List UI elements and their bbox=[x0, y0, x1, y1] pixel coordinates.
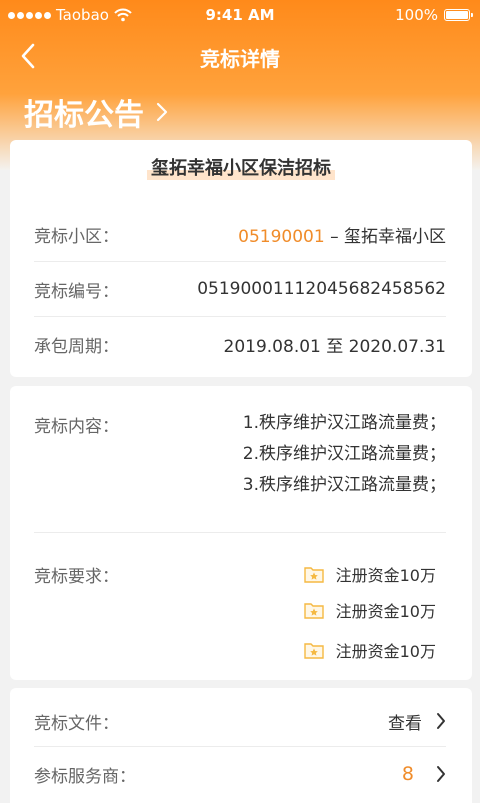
bid-files-label: 竞标文件： bbox=[34, 713, 119, 734]
chevron-right-icon bbox=[156, 102, 168, 122]
community-row: 竞标小区： 05190001 – 玺拓幸福小区 bbox=[34, 207, 446, 261]
community-name: – 玺拓幸福小区 bbox=[324, 226, 446, 247]
bid-number-value: 0519000111204568245856​2 bbox=[197, 279, 446, 299]
chevron-right-icon bbox=[437, 766, 445, 782]
battery-info: 100% bbox=[395, 6, 473, 24]
bid-content-item: 2.秩序维护汉江路流量费； bbox=[242, 444, 446, 464]
battery-icon bbox=[444, 9, 473, 21]
certificate-icon bbox=[303, 603, 324, 619]
contract-period-label: 承包周期： bbox=[34, 336, 119, 357]
view-files-link[interactable]: 查看 bbox=[388, 709, 422, 734]
status-bar: Taobao 9:41 AM 100% bbox=[0, 0, 480, 30]
contract-period-value: 2019.08.01 至 2020.07.31 bbox=[223, 336, 446, 357]
section-header-announcement[interactable]: 招标公告 bbox=[24, 90, 168, 134]
requirement-item: 注册资金10万 bbox=[303, 638, 436, 662]
bid-content-item: 1.秩序维护汉江路流量费； bbox=[242, 413, 446, 433]
page-title: 竞标详情 bbox=[200, 47, 280, 71]
certificate-icon bbox=[303, 567, 324, 583]
section-title: 招标公告 bbox=[24, 98, 144, 133]
bid-files-row[interactable]: 竞标文件： 查看 bbox=[34, 694, 446, 748]
divider bbox=[34, 532, 446, 533]
bid-number-row: 竞标编号： 0519000111204568245856​2 bbox=[34, 262, 446, 316]
bid-requirement-label: 竞标要求： bbox=[34, 567, 119, 587]
requirement-item: 注册资金10万 bbox=[303, 598, 436, 622]
bidders-label: 参标服务商： bbox=[34, 766, 136, 787]
community-label: 竞标小区： bbox=[34, 226, 119, 247]
chevron-right-icon bbox=[437, 713, 445, 729]
project-title: 玺拓幸福小区保洁招标 bbox=[147, 154, 335, 180]
bid-content-list: 1.秩序维护汉江路流量费； 2.秩序维护汉江路流量费； 3.秩序维护汉江路流量费… bbox=[243, 408, 446, 501]
bid-actions-card: 竞标文件： 查看 参标服务商： 8 bbox=[10, 688, 472, 803]
contract-period-row: 承包周期： 2019.08.01 至 2020.07.31 bbox=[34, 317, 446, 371]
bid-number-label: 竞标编号： bbox=[34, 281, 119, 302]
certificate-icon bbox=[303, 643, 324, 659]
project-info-card: 玺拓幸福小区保洁招标 竞标小区： 05190001 – 玺拓幸福小区 竞标编号：… bbox=[10, 140, 472, 377]
bid-content-item: 3.秩序维护汉江路流量费； bbox=[242, 475, 446, 495]
navigation-bar: 竞标详情 bbox=[0, 30, 480, 82]
bidders-count: 8 bbox=[401, 763, 414, 785]
bid-content-card: 竞标内容： 1.秩序维护汉江路流量费； 2.秩序维护汉江路流量费； 3.秩序维护… bbox=[10, 386, 472, 680]
bidders-row[interactable]: 参标服务商： 8 bbox=[34, 747, 446, 801]
community-code: 05190001 bbox=[238, 226, 325, 247]
bid-content-label: 竞标内容： bbox=[34, 417, 119, 437]
requirement-item: 注册资金10万 bbox=[303, 562, 436, 586]
battery-percent: 100% bbox=[395, 6, 438, 24]
